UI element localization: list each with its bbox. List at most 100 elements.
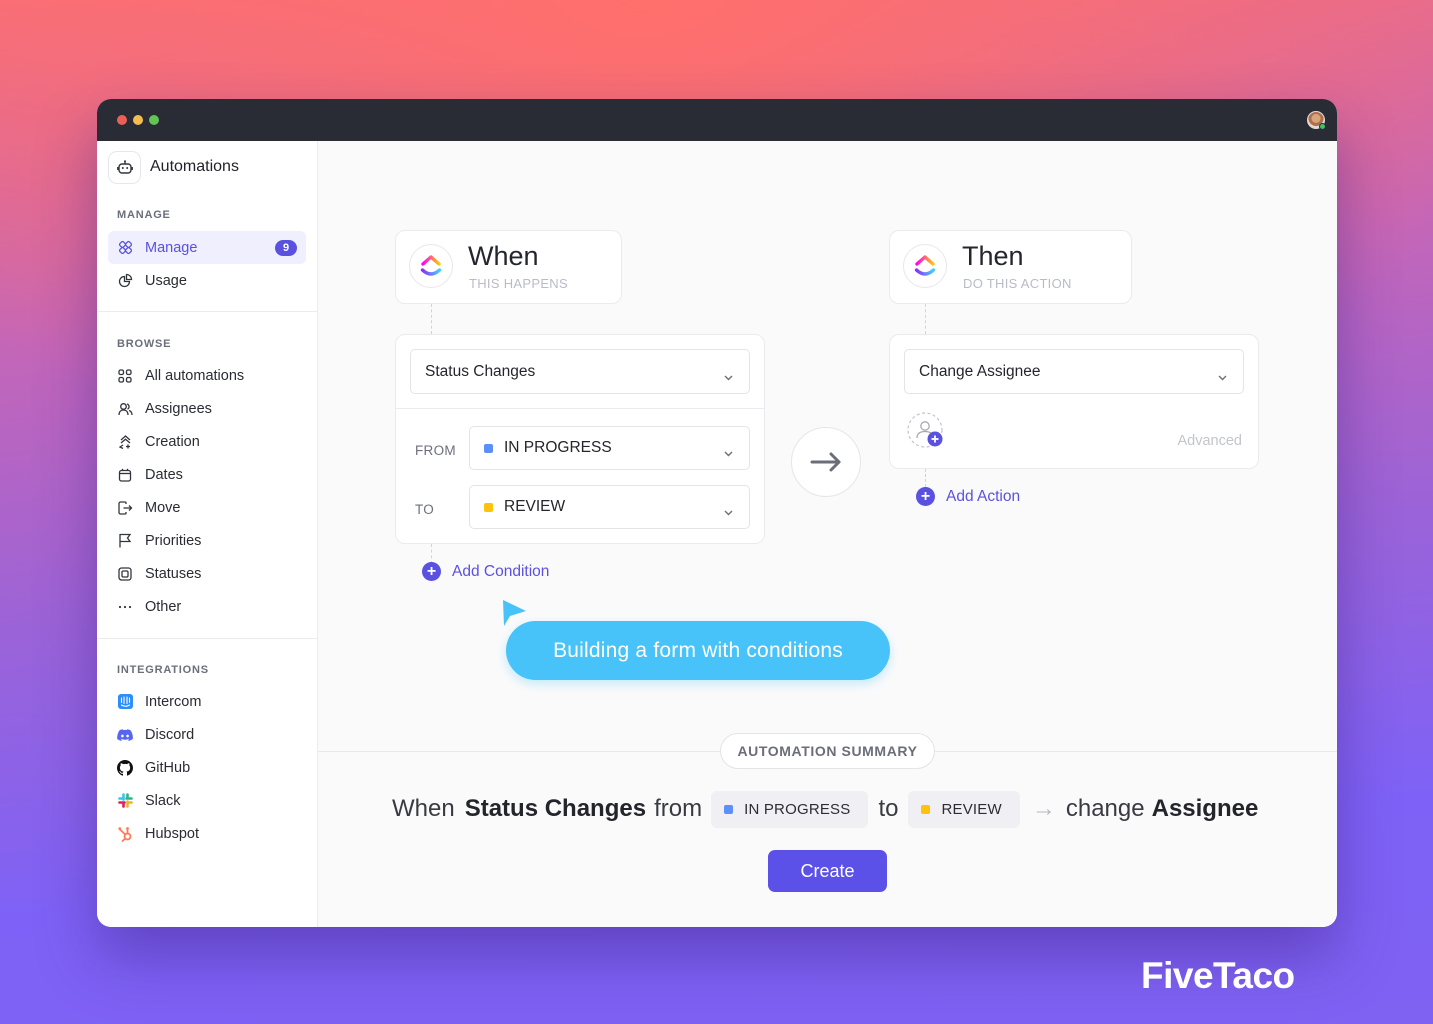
minimize-window-button[interactable] [133,115,143,125]
section-label-browse: BROWSE [117,338,172,350]
manage-icon [117,240,133,256]
action-header-card: Then DO THIS ACTION [889,230,1132,304]
sidebar-item-all-automations[interactable]: All automations [108,359,306,392]
automation-builder: When THIS HAPPENS Status Changes FROM IN… [318,141,1337,927]
hubspot-icon [117,826,133,842]
sidebar-item-dates[interactable]: Dates [108,458,306,491]
title-bar [97,99,1337,141]
in-progress-status-color [484,443,493,453]
advanced-link[interactable]: Advanced [1178,433,1243,449]
from-status-value: IN PROGRESS [504,439,612,456]
action-event-value: Change Assignee [919,362,1041,380]
action-card: Change Assignee Advanced [889,334,1259,469]
automation-summary-sentence: When Status Changes from IN PROGRESS to … [392,790,1258,828]
sidebar-item-manage[interactable]: Manage 9 [108,231,306,264]
pie-chart-icon [117,273,133,289]
users-icon [117,401,133,417]
grid-icon [117,368,133,384]
flag-icon [117,533,133,549]
trigger-title: When [468,241,539,271]
sidebar-item-hubspot[interactable]: Hubspot [108,817,306,850]
add-assignee-button[interactable] [906,411,946,451]
in-progress-status-color [724,804,734,814]
sidebar-item-label: Hubspot [145,825,200,842]
clickup-logo-icon [903,244,947,288]
user-avatar[interactable] [1307,111,1326,130]
from-status-select[interactable]: IN PROGRESS [469,426,750,470]
chevron-down-icon [724,444,733,462]
sidebar-item-other[interactable]: Other [108,590,306,623]
app-window: Automations MANAGE Manage 9 Usage BROWSE [97,99,1337,927]
tooltip-text: Building a form with conditions [553,638,843,662]
add-action-label: Add Action [946,487,1021,505]
calendar-icon [117,467,133,483]
sidebar-title: Automations [150,158,239,175]
trigger-event-value: Status Changes [425,362,536,380]
sidebar-item-label: Dates [145,466,183,483]
sidebar-item-label: Creation [145,433,200,450]
sidebar-item-slack[interactable]: Slack [108,784,306,817]
chevron-down-icon [1218,368,1227,386]
github-icon [117,759,133,776]
sidebar-item-intercom[interactable]: Intercom [108,685,306,718]
sidebar-item-move[interactable]: Move [108,491,306,524]
intercom-icon [117,694,133,710]
sidebar-item-usage[interactable]: Usage [108,264,306,297]
to-status-select[interactable]: REVIEW [469,485,750,529]
section-label-integrations: INTEGRATIONS [117,664,209,676]
sidebar-item-label: Usage [145,272,187,289]
create-button[interactable]: Create [768,850,887,892]
sidebar-item-discord[interactable]: Discord [108,718,306,751]
trigger-card: Status Changes FROM IN PROGRESS TO REVIE… [395,334,765,544]
close-window-button[interactable] [117,115,127,125]
card-divider [396,408,764,409]
count-badge: 9 [275,240,297,256]
summary-from: from [654,795,703,822]
add-condition-button[interactable]: + Add Condition [422,562,549,581]
connector-line [925,304,926,334]
chevron-down-icon [724,368,733,386]
slack-icon [117,793,133,809]
summary-target: Assignee [1151,795,1259,822]
sidebar-item-github[interactable]: GitHub [108,751,306,784]
sidebar-item-creation[interactable]: Creation [108,425,306,458]
action-event-select[interactable]: Change Assignee [904,349,1244,394]
to-label: TO [415,502,435,517]
flow-arrow-icon [791,427,861,497]
maximize-window-button[interactable] [149,115,159,125]
connector-line [925,469,926,487]
sidebar-item-label: Slack [145,792,181,809]
sidebar-item-label: Other [145,598,182,615]
brand-watermark: FiveTaco [1141,955,1295,996]
sidebar: Automations MANAGE Manage 9 Usage BROWSE [97,141,318,927]
sidebar-item-label: Manage [145,239,198,256]
sidebar-item-label: Discord [145,726,195,743]
add-user-icon [907,412,943,448]
action-subtitle: DO THIS ACTION [963,276,1072,291]
trigger-header-card: When THIS HAPPENS [395,230,622,304]
trigger-subtitle: THIS HAPPENS [469,276,568,291]
sidebar-item-label: Move [145,499,181,516]
add-action-button[interactable]: + Add Action [916,487,1020,506]
summary-when: When [392,795,455,822]
discord-icon [117,727,133,743]
move-icon [117,500,133,516]
summary-to-status-chip: REVIEW [908,790,1020,828]
ellipsis-icon [117,599,133,615]
sidebar-item-assignees[interactable]: Assignees [108,392,306,425]
trigger-event-select[interactable]: Status Changes [410,349,750,394]
sidebar-item-label: Statuses [145,565,202,582]
sidebar-item-statuses[interactable]: Statuses [108,557,306,590]
to-status-value: REVIEW [504,498,566,515]
sidebar-item-label: Intercom [145,693,202,710]
sidebar-item-label: GitHub [145,759,191,776]
summary-from-status: IN PROGRESS [744,800,851,818]
sidebar-item-priorities[interactable]: Priorities [108,524,306,557]
summary-to-status: REVIEW [941,800,1002,818]
clickup-logo-icon [409,244,453,288]
add-condition-label: Add Condition [452,562,550,580]
arrow-right-icon: → [1031,795,1056,822]
summary-to: to [878,795,899,822]
sidebar-item-label: Priorities [145,532,202,549]
connector-line [431,544,432,564]
